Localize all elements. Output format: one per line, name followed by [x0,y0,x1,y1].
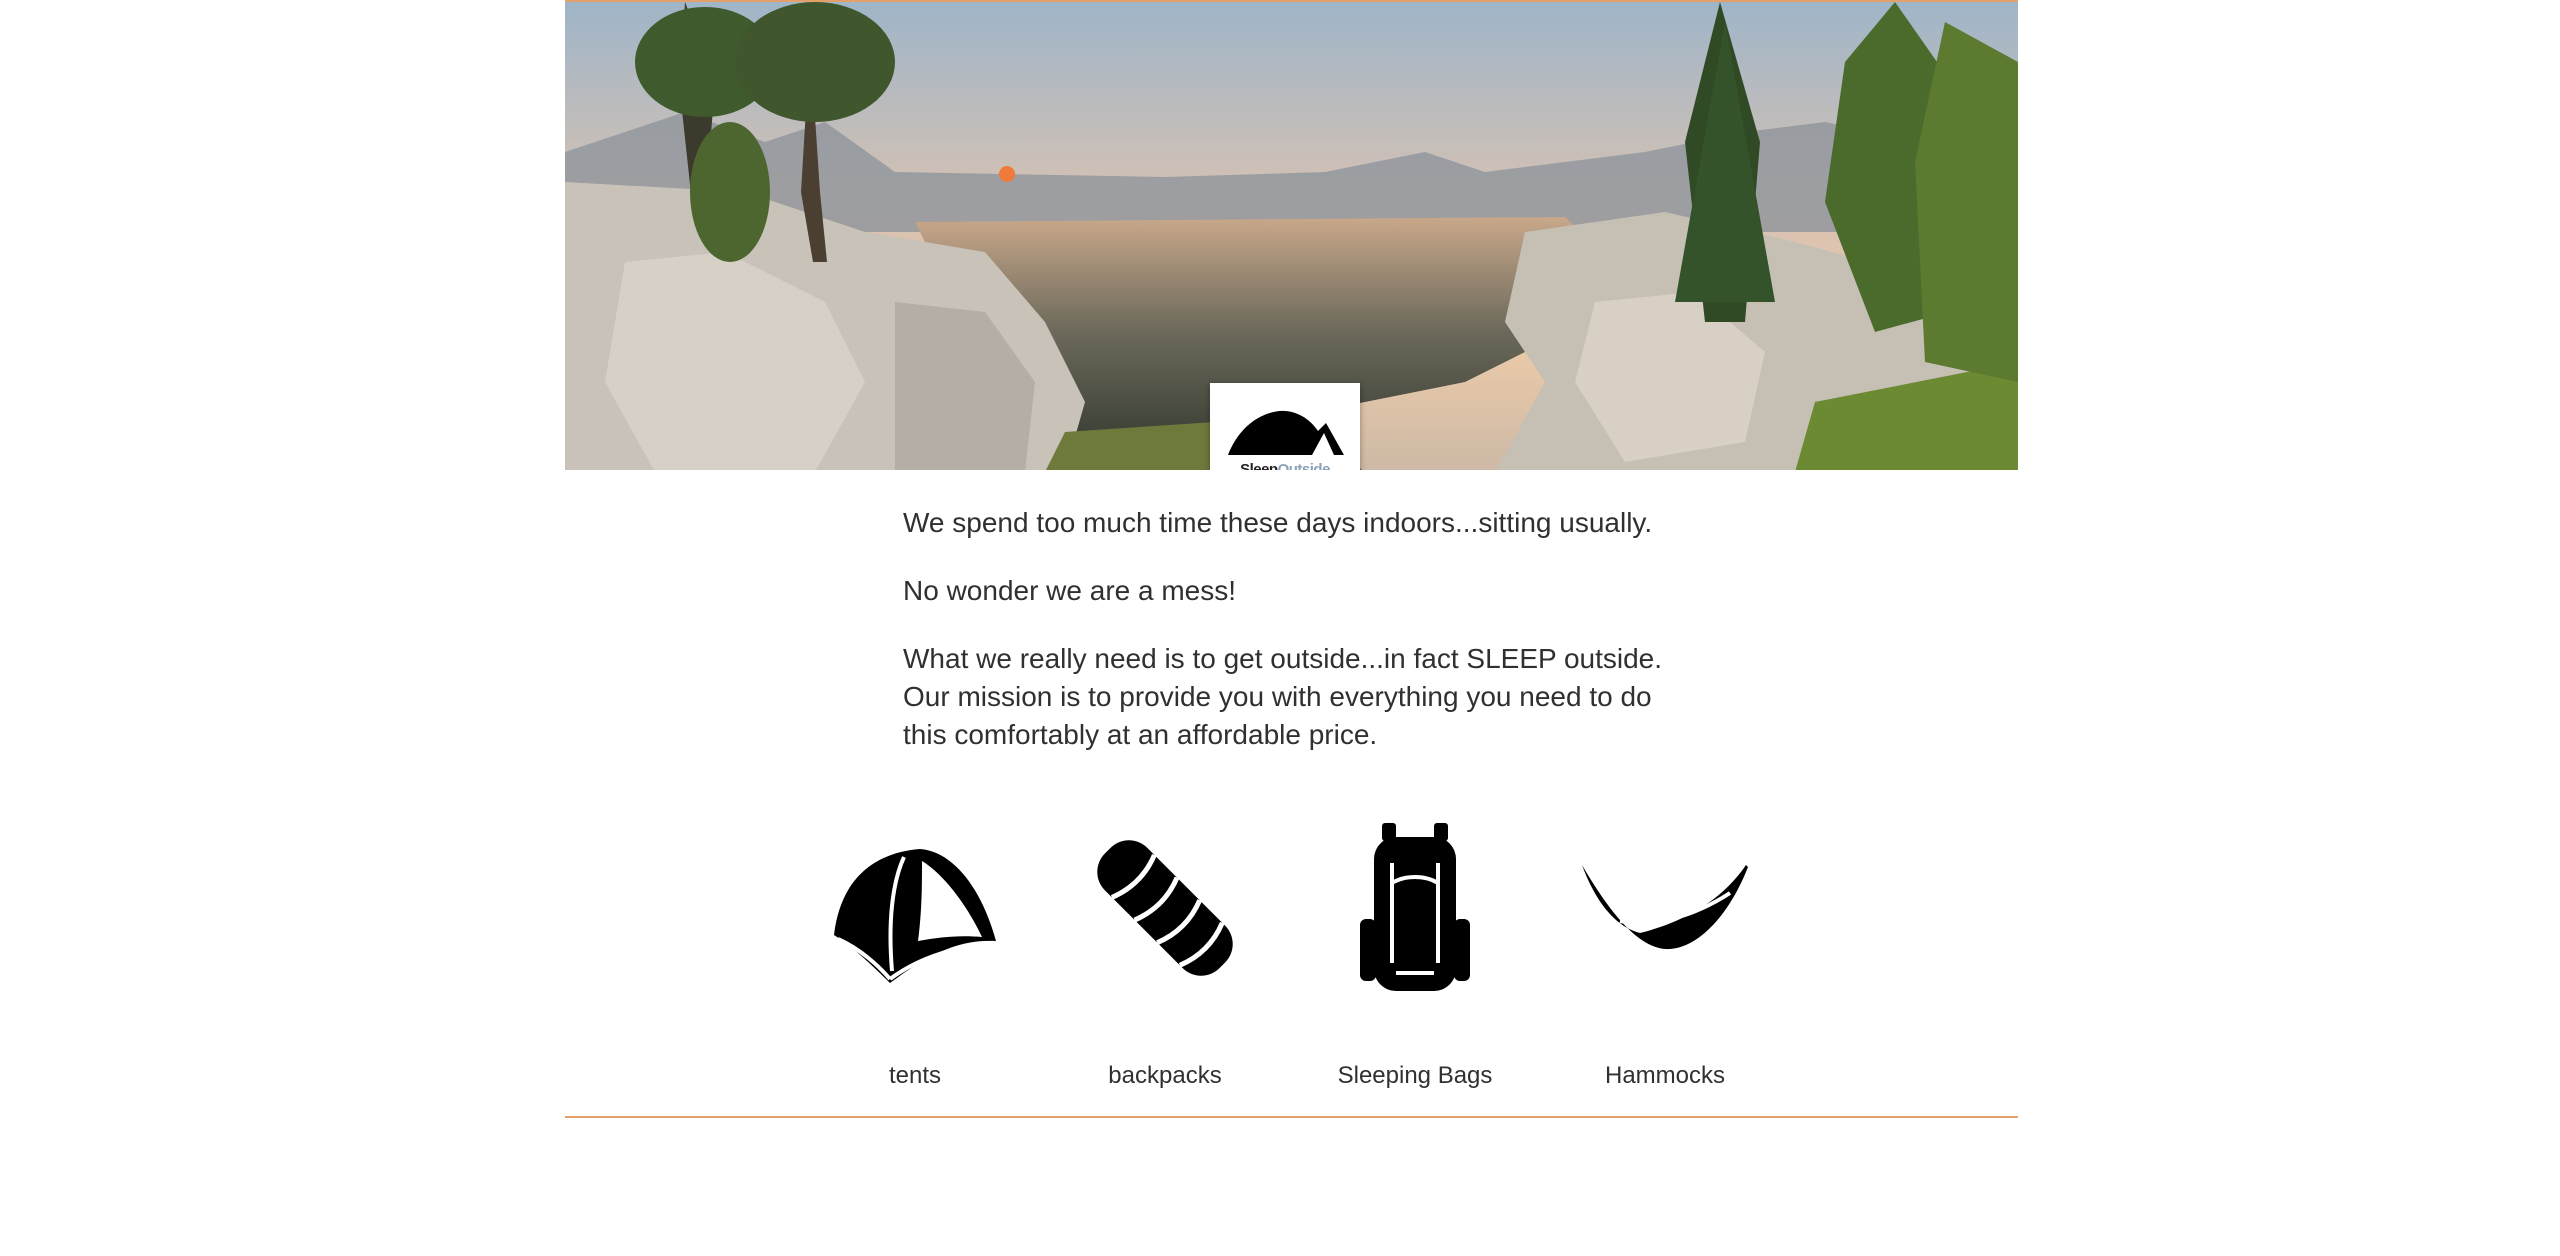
mission-paragraph-2: No wonder we are a mess! [903,575,1237,606]
logo-text-outside: Outside [1277,461,1331,470]
page: SleepOutside We spend too much time thes… [565,0,2018,1118]
mission-paragraph-1: We spend too much time these days indoor… [903,507,1653,538]
sleeping-bag-icon [1065,818,1265,998]
hero-banner: SleepOutside [565,0,2018,470]
category-backpacks[interactable]: backpacks [1065,818,1265,1098]
hammock-icon [1565,818,1765,998]
backpack-icon [1315,818,1515,998]
category-label-backpacks: backpacks [1108,1062,1222,1089]
category-hammocks[interactable]: Hammocks [1565,818,1765,1098]
mission-statement: We spend too much time these days indoor… [903,504,1683,784]
logo-wordmark: SleepOutside [1210,461,1360,470]
category-label-sleeping-bags: Sleeping Bags [1337,1062,1493,1089]
product-categories: tents backpacks Sleeping Bags Hammocks [815,818,1815,1098]
category-label-hammocks: Hammocks [1604,1062,1725,1089]
tent-logo-icon [1228,410,1344,455]
logo-text-sleep: Sleep [1240,461,1278,470]
category-label-tents: tents [888,1062,942,1089]
category-tents[interactable]: tents [815,818,1015,1098]
mission-paragraph-3: What we really need is to get outside...… [903,643,1663,750]
site-logo[interactable]: SleepOutside [1210,383,1360,470]
footer-divider [565,1116,2018,1118]
tent-icon [815,818,1015,998]
category-sleeping-bags[interactable]: Sleeping Bags [1315,818,1515,1098]
